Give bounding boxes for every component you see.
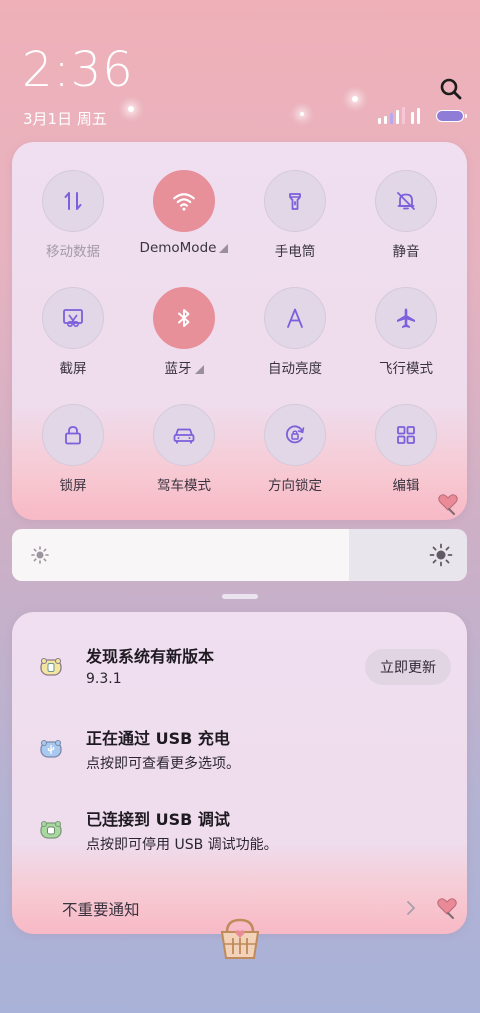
notification-body: 点按即可查看更多选项。 (86, 756, 240, 772)
tile-mobile-data[interactable]: 移动数据 (18, 170, 128, 260)
usb-charge-icon (40, 739, 62, 758)
tile-bluetooth[interactable]: 蓝牙 (129, 287, 239, 377)
signal-strength-icon (378, 106, 420, 124)
heart-charm-icon (437, 898, 457, 919)
tile-mute[interactable]: 静音 (351, 170, 461, 260)
update-app-icon (40, 657, 62, 676)
tile-label: 飞行模式 (379, 361, 433, 377)
heart-charm-icon (438, 494, 458, 515)
tile-airplane[interactable]: 飞行模式 (351, 287, 461, 377)
tile-label: 自动亮度 (268, 361, 322, 377)
tile-label: 驾车模式 (157, 478, 211, 494)
sparkle-decoration (300, 112, 304, 116)
tile-label: 方向锁定 (268, 478, 322, 494)
mute-bell-icon (397, 192, 415, 210)
notification-title: 正在通过 USB 充电 (86, 729, 230, 748)
notification-usb-debugging[interactable]: 已连接到 USB 调试 点按即可停用 USB 调试功能。 (12, 804, 467, 864)
auto-brightness-icon (287, 308, 303, 328)
tile-label: 静音 (392, 244, 420, 260)
unimportant-notifications-label: 不重要通知 (62, 901, 140, 919)
notification-title: 发现系统有新版本 (86, 647, 215, 666)
sparkle-decoration (128, 106, 134, 112)
wifi-icon (173, 193, 195, 211)
notification-panel: 发现系统有新版本 9.3.1 立即更新 正在通过 USB 充电 点按即可查看更多… (12, 612, 467, 934)
tile-label: 编辑 (392, 478, 420, 494)
tile-edit[interactable]: 编辑 (351, 404, 461, 494)
mobile-data-icon (64, 192, 82, 210)
tile-driving-mode[interactable]: 驾车模式 (129, 404, 239, 494)
drag-handle[interactable] (222, 594, 258, 599)
battery-icon (436, 110, 467, 122)
tile-auto-brightness[interactable]: 自动亮度 (240, 287, 350, 377)
tile-wifi[interactable]: DemoMode (129, 170, 239, 256)
notification-usb-charging[interactable]: 正在通过 USB 充电 点按即可查看更多选项。 (12, 723, 467, 783)
screenshot-icon (63, 309, 83, 328)
clear-all-basket-icon[interactable] (219, 916, 261, 962)
expand-arrow-icon[interactable] (219, 244, 229, 253)
airplane-icon (397, 308, 415, 328)
brightness-low-icon (31, 546, 49, 564)
usb-debug-icon (40, 820, 62, 839)
brightness-slider[interactable] (12, 529, 467, 581)
tile-label: 截屏 (59, 361, 87, 377)
notification-body: 9.3.1 (86, 671, 122, 687)
update-now-button[interactable]: 立即更新 (365, 649, 451, 685)
tile-label: 移动数据 (46, 244, 100, 260)
tile-rotation-lock[interactable]: 方向锁定 (240, 404, 350, 494)
sparkle-decoration (352, 96, 358, 102)
clock-time: 2:36 (22, 42, 134, 98)
tile-lock-screen[interactable]: 锁屏 (18, 404, 128, 494)
notification-body: 点按即可停用 USB 调试功能。 (86, 837, 278, 853)
date-label: 3月1日 周五 (23, 110, 107, 128)
lock-icon (65, 426, 81, 445)
flashlight-icon (289, 193, 301, 210)
tile-flashlight[interactable]: 手电筒 (240, 170, 350, 260)
search-icon (440, 78, 462, 100)
tile-label: DemoMode (139, 240, 217, 256)
rotation-lock-icon (285, 425, 305, 444)
bluetooth-icon (178, 309, 190, 327)
car-icon (173, 428, 195, 444)
tile-label: 蓝牙 (164, 361, 192, 377)
chevron-right-icon (407, 901, 415, 915)
notification-title: 已连接到 USB 调试 (86, 810, 230, 829)
notification-system-update[interactable]: 发现系统有新版本 9.3.1 立即更新 (12, 641, 467, 701)
brightness-fill (12, 529, 349, 581)
search-button[interactable] (436, 74, 466, 104)
brightness-high-icon (429, 543, 453, 567)
expand-arrow-icon[interactable] (194, 365, 204, 374)
grid-edit-icon (397, 426, 415, 444)
quick-settings-panel: 移动数据 DemoMode 手电筒 静音 截屏 蓝牙 自动亮度 飞行模式 锁屏 … (12, 142, 467, 520)
tile-screenshot[interactable]: 截屏 (18, 287, 128, 377)
tile-label: 手电筒 (274, 244, 316, 260)
tile-label: 锁屏 (59, 478, 87, 494)
